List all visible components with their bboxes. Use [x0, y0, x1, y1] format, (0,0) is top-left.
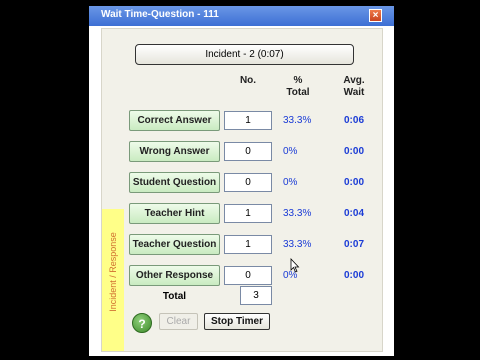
header-pct-total: % Total — [286, 75, 310, 98]
wrong-answer-button[interactable]: Wrong Answer — [129, 141, 220, 162]
header-avg-wait: Avg. Wait — [343, 75, 365, 98]
avg-wait-value: 0:07 — [343, 239, 364, 250]
pct-value: 0% — [283, 146, 298, 157]
count-field: 1 — [224, 111, 272, 130]
avg-wait-value: 0:00 — [343, 146, 364, 157]
hand-cursor-icon — [290, 258, 300, 273]
count-field: 0 — [224, 173, 272, 192]
avg-wait-value: 0:00 — [343, 177, 364, 188]
clear-button[interactable]: Clear — [159, 313, 198, 330]
student-question-button[interactable]: Student Question — [129, 172, 220, 193]
close-icon[interactable]: × — [369, 9, 382, 22]
avg-wait-value: 0:06 — [343, 115, 364, 126]
wait-time-window: Wait Time-Question - 111 × Incident / Re… — [89, 6, 394, 356]
stop-timer-button[interactable]: Stop Timer — [204, 313, 270, 330]
content-panel: Incident / Response Incident - 2 (0:07) … — [101, 28, 383, 352]
count-field: 1 — [224, 235, 272, 254]
help-icon[interactable]: ? — [132, 313, 152, 333]
teacher-question-button[interactable]: Teacher Question — [129, 234, 220, 255]
count-field: 0 — [224, 266, 272, 285]
sidebar-label: Incident / Response — [108, 232, 118, 312]
pct-value: 33.3% — [283, 115, 312, 126]
avg-wait-value: 0:04 — [343, 208, 364, 219]
incident-button[interactable]: Incident - 2 (0:07) — [135, 44, 354, 65]
count-field: 0 — [224, 142, 272, 161]
correct-answer-button[interactable]: Correct Answer — [129, 110, 220, 131]
count-field: 1 — [224, 204, 272, 223]
total-field: 3 — [240, 286, 272, 305]
pct-value: 33.3% — [283, 208, 312, 219]
title-bar: Wait Time-Question - 111 × — [89, 6, 394, 26]
teacher-hint-button[interactable]: Teacher Hint — [129, 203, 220, 224]
sidebar-strip: Incident / Response — [102, 209, 124, 351]
pct-value: 33.3% — [283, 239, 312, 250]
window-title: Wait Time-Question - 111 — [101, 9, 219, 20]
total-label: Total — [162, 291, 187, 302]
avg-wait-value: 0:00 — [343, 270, 364, 281]
header-no: No. — [239, 75, 257, 86]
pct-value: 0% — [283, 177, 298, 188]
other-response-button[interactable]: Other Response — [129, 265, 220, 286]
